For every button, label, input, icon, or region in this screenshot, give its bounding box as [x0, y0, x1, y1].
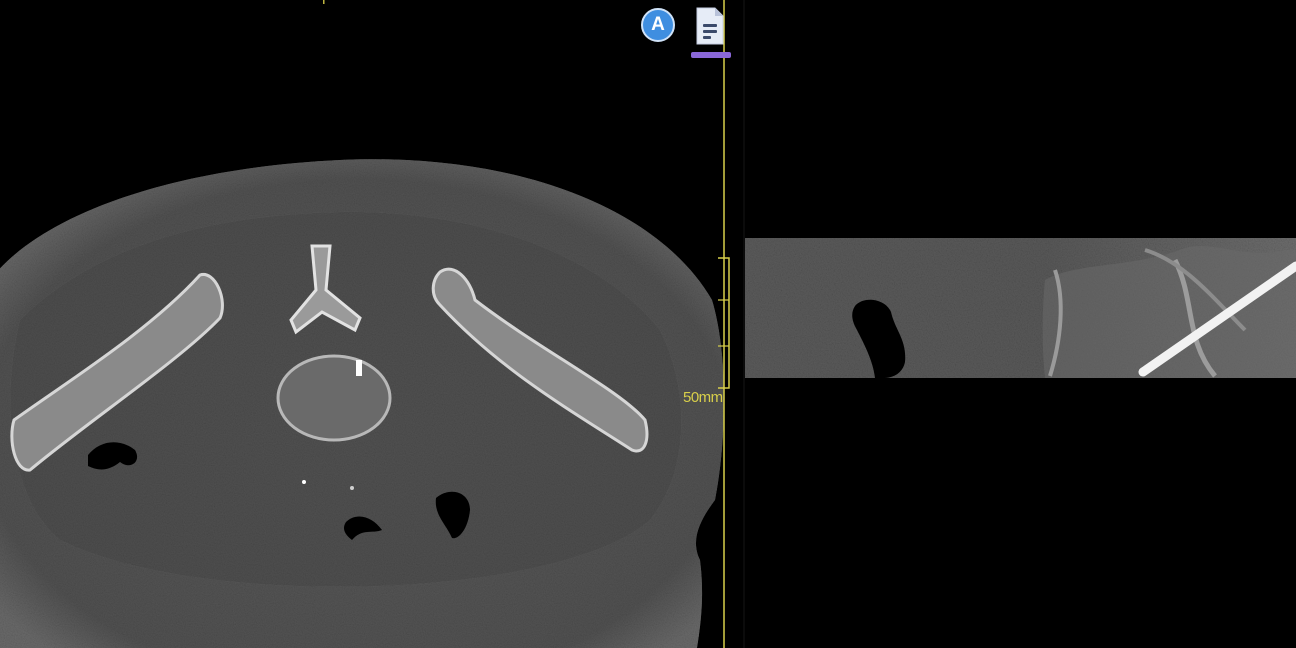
- report-indicator-bar: [691, 52, 731, 58]
- scale-label: 50mm: [683, 389, 723, 406]
- axial-viewport[interactable]: P A 50mm: [0, 0, 743, 648]
- reformat-viewport[interactable]: [745, 0, 1296, 648]
- document-icon[interactable]: [692, 6, 728, 46]
- axial-ct-image: [0, 0, 730, 648]
- annotation-badge[interactable]: A: [641, 8, 675, 42]
- hardware-marker: [356, 360, 362, 376]
- orientation-label: P: [322, 0, 331, 7]
- reformat-ct-image: [745, 238, 1296, 378]
